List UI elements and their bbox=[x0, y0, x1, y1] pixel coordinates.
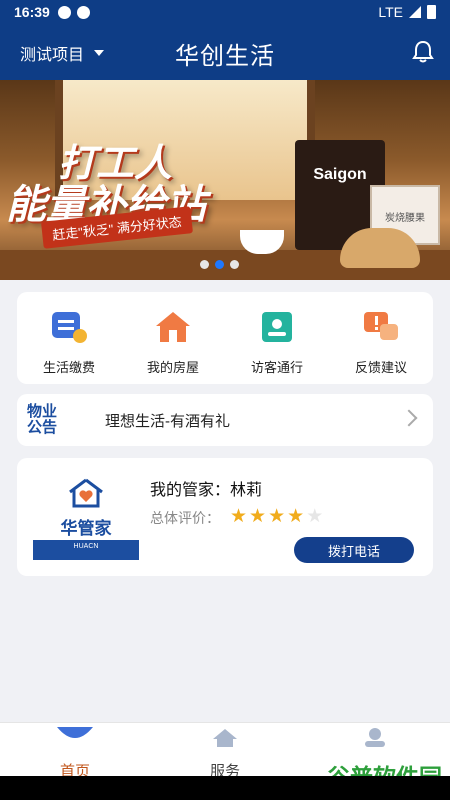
steward-brand: 华管家 bbox=[60, 519, 112, 538]
service-bill-payment[interactable]: 生活缴费 bbox=[24, 310, 114, 384]
profile-tab-icon bbox=[365, 728, 385, 747]
steward-brand-strip: HUACN bbox=[33, 540, 139, 560]
service-tab-icon bbox=[213, 729, 237, 747]
star-filled-icon: ★ bbox=[230, 506, 248, 527]
service-my-house[interactable]: 我的房屋 bbox=[128, 310, 218, 384]
star-filled-icon: ★ bbox=[268, 506, 286, 527]
house-icon bbox=[156, 312, 190, 342]
banner-pager bbox=[200, 260, 239, 269]
notice-badge: 物业 公告 bbox=[27, 404, 67, 436]
wallet-icon bbox=[52, 312, 87, 343]
signal-icon bbox=[409, 6, 421, 18]
app-status-icon bbox=[76, 5, 90, 19]
notice-badge-line2: 公告 bbox=[27, 419, 58, 436]
steward-name: 我的管家：林莉 bbox=[150, 482, 263, 499]
tab-service[interactable]: 服务 bbox=[150, 723, 300, 780]
feedback-icon bbox=[364, 312, 398, 340]
pager-dot-active[interactable] bbox=[215, 260, 224, 269]
service-feedback[interactable]: 反馈建议 bbox=[336, 310, 426, 384]
notice-bar[interactable]: 物业 公告 理想生活-有酒有礼 bbox=[17, 394, 433, 446]
network-label: LTE bbox=[378, 4, 403, 20]
call-button[interactable]: 拨打电话 bbox=[294, 537, 414, 563]
status-bar: 16:39 LTE bbox=[0, 0, 450, 24]
app-title: 华创生活 bbox=[175, 43, 275, 70]
steward-logo: 华管家 HUACN bbox=[33, 476, 139, 560]
battery-icon bbox=[427, 5, 436, 19]
rating-stars: ★ ★ ★ ★ ★ bbox=[230, 505, 323, 528]
star-empty-icon: ★ bbox=[306, 506, 324, 527]
visitor-icon bbox=[262, 312, 292, 342]
service-visitor-pass[interactable]: 访客通行 bbox=[232, 310, 322, 384]
star-filled-icon: ★ bbox=[287, 506, 305, 527]
notice-text: 理想生活-有酒有礼 bbox=[105, 412, 230, 430]
sync-icon bbox=[57, 5, 71, 19]
rating-label: 总体评价： bbox=[150, 510, 220, 526]
house-heart-icon bbox=[69, 478, 103, 508]
status-time: 16:39 bbox=[14, 4, 50, 20]
services-card: 生活缴费 我的房屋 访客通行 反馈建议 bbox=[17, 292, 433, 384]
bell-icon[interactable] bbox=[412, 40, 434, 64]
steward-card: 华管家 HUACN 我的管家：林莉 总体评价： ★ ★ ★ ★ ★ 拨打电话 bbox=[17, 458, 433, 576]
service-label: 我的房屋 bbox=[146, 360, 199, 375]
promo-banner[interactable]: 打工人 能量补给站 赶走"秋乏" 满分好状态 Saigon 炭烧腰果 bbox=[0, 80, 450, 280]
service-label: 生活缴费 bbox=[42, 360, 95, 375]
star-filled-icon: ★ bbox=[249, 506, 267, 527]
app-bar: 测试项目 华创生活 bbox=[0, 24, 450, 80]
pager-dot[interactable] bbox=[200, 260, 209, 269]
service-label: 访客通行 bbox=[250, 360, 303, 375]
notice-badge-line1: 物业 bbox=[27, 403, 58, 420]
tab-home[interactable]: 首页 bbox=[0, 723, 150, 780]
home-tab-icon bbox=[57, 727, 93, 738]
system-nav-bar bbox=[0, 776, 450, 800]
chevron-right-icon bbox=[400, 409, 418, 427]
pager-dot[interactable] bbox=[230, 260, 239, 269]
service-label: 反馈建议 bbox=[354, 360, 407, 375]
